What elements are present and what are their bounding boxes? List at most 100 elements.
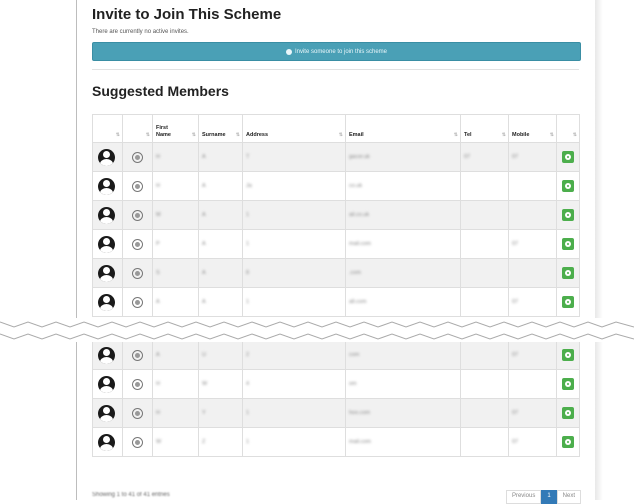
add-member-button[interactable] bbox=[562, 180, 574, 192]
view-profile-icon[interactable] bbox=[132, 349, 143, 361]
view-profile-icon[interactable] bbox=[132, 180, 143, 192]
email-cell: mail.com bbox=[345, 229, 461, 259]
table-row: H A Tgacor.uk 07 07 bbox=[92, 142, 580, 172]
surname-cell: A bbox=[198, 200, 243, 230]
action-cell bbox=[556, 340, 580, 370]
table-row: H W 4 om bbox=[92, 369, 580, 399]
tel-cell bbox=[460, 287, 509, 317]
action-cell bbox=[556, 200, 580, 230]
avatar-icon bbox=[98, 206, 115, 224]
surname-cell: W bbox=[198, 369, 243, 399]
view-profile-icon[interactable] bbox=[132, 378, 143, 390]
col-first-name[interactable]: First Name ⇅ bbox=[152, 114, 199, 143]
view-cell[interactable] bbox=[122, 258, 153, 288]
action-cell bbox=[556, 142, 580, 172]
col-action[interactable]: ⇅ bbox=[556, 114, 580, 143]
address-cell: T bbox=[242, 142, 346, 172]
invite-note: There are currently no active invites. bbox=[92, 29, 189, 35]
torn-edge bbox=[0, 318, 634, 342]
tel-cell bbox=[460, 200, 509, 230]
invite-button-label: Invite someone to join this scheme bbox=[294, 48, 388, 55]
sort-icon: ⇅ bbox=[572, 132, 577, 138]
members-table-bottom: A U 2 com 07 H W 4 om H Y 1 hoo.com 07 W Z 1 mail.com 07 bbox=[92, 340, 580, 457]
view-cell[interactable] bbox=[122, 287, 153, 317]
view-profile-icon[interactable] bbox=[132, 238, 143, 250]
view-cell[interactable] bbox=[122, 200, 153, 230]
email-cell: hoo.com bbox=[345, 398, 461, 428]
avatar-icon bbox=[98, 177, 115, 195]
email-cell: ail.co.uk bbox=[345, 200, 461, 230]
action-cell bbox=[556, 369, 580, 399]
mobile-cell: 07 bbox=[508, 340, 557, 370]
avatar-icon bbox=[98, 375, 115, 393]
email-cell: om bbox=[345, 369, 461, 399]
avatar-cell bbox=[92, 427, 123, 457]
address-cell: Ja bbox=[242, 171, 346, 201]
address-cell: 4 bbox=[242, 369, 346, 399]
content-panel: Invite to Join This Scheme There are cur… bbox=[76, 0, 596, 504]
avatar-icon bbox=[98, 404, 115, 422]
sort-icon: ⇅ bbox=[191, 132, 196, 138]
add-member-button[interactable] bbox=[562, 349, 574, 361]
view-cell[interactable] bbox=[122, 171, 153, 201]
address-cell: 1 bbox=[242, 287, 346, 317]
tel-cell bbox=[460, 369, 509, 399]
entries-info: Showing 1 to 41 of 41 entries bbox=[92, 492, 170, 498]
col-avatar[interactable]: ⇅ bbox=[92, 114, 123, 143]
table-row: P A 1 mail.com 07 bbox=[92, 229, 580, 259]
first-name-cell: H bbox=[152, 171, 199, 201]
divider bbox=[92, 69, 579, 70]
avatar-icon bbox=[98, 346, 115, 364]
sort-icon: ⇅ bbox=[338, 132, 343, 138]
surname-cell: A bbox=[198, 258, 243, 288]
col-email[interactable]: Email ⇅ bbox=[345, 114, 461, 143]
add-member-button[interactable] bbox=[562, 378, 574, 390]
avatar-cell bbox=[92, 369, 123, 399]
view-cell[interactable] bbox=[122, 229, 153, 259]
add-member-button[interactable] bbox=[562, 151, 574, 163]
page-1-button[interactable]: 1 bbox=[541, 490, 557, 504]
sort-icon: ⇅ bbox=[501, 132, 506, 138]
tel-cell: 07 bbox=[460, 142, 509, 172]
left-margin bbox=[0, 0, 76, 500]
col-mobile[interactable]: Mobile ⇅ bbox=[508, 114, 557, 143]
view-cell[interactable] bbox=[122, 340, 153, 370]
view-profile-icon[interactable] bbox=[132, 296, 143, 308]
first-name-cell: A bbox=[152, 340, 199, 370]
surname-cell: A bbox=[198, 229, 243, 259]
surname-cell: A bbox=[198, 142, 243, 172]
add-member-button[interactable] bbox=[562, 209, 574, 221]
view-profile-icon[interactable] bbox=[132, 407, 143, 419]
user-plus-icon bbox=[285, 48, 292, 55]
view-cell[interactable] bbox=[122, 142, 153, 172]
col-surname[interactable]: Surname ⇅ bbox=[198, 114, 243, 143]
table-row: H A Ja co.uk bbox=[92, 171, 580, 201]
mobile-cell: 07 bbox=[508, 287, 557, 317]
table-row: M A 1 ail.co.uk bbox=[92, 200, 580, 230]
add-member-button[interactable] bbox=[562, 436, 574, 448]
add-member-button[interactable] bbox=[562, 238, 574, 250]
invite-heading: Invite to Join This Scheme bbox=[92, 6, 282, 23]
col-tel[interactable]: Tel ⇅ bbox=[460, 114, 509, 143]
add-member-button[interactable] bbox=[562, 296, 574, 308]
view-cell[interactable] bbox=[122, 369, 153, 399]
sort-icon: ⇅ bbox=[145, 132, 150, 138]
table-row: S A 8 .com bbox=[92, 258, 580, 288]
view-profile-icon[interactable] bbox=[132, 436, 143, 448]
view-profile-icon[interactable] bbox=[132, 267, 143, 279]
email-cell: com bbox=[345, 340, 461, 370]
pagination: Previous 1 Next bbox=[505, 490, 581, 504]
view-profile-icon[interactable] bbox=[132, 209, 143, 221]
previous-page-button[interactable]: Previous bbox=[505, 490, 542, 504]
next-page-button[interactable]: Next bbox=[556, 490, 581, 504]
avatar-cell bbox=[92, 229, 123, 259]
col-view[interactable]: ⇅ bbox=[122, 114, 153, 143]
view-cell[interactable] bbox=[122, 398, 153, 428]
col-address[interactable]: Address ⇅ bbox=[242, 114, 346, 143]
surname-cell: U bbox=[198, 340, 243, 370]
view-cell[interactable] bbox=[122, 427, 153, 457]
add-member-button[interactable] bbox=[562, 407, 574, 419]
view-profile-icon[interactable] bbox=[132, 151, 143, 163]
invite-button[interactable]: Invite someone to join this scheme bbox=[92, 42, 581, 61]
add-member-button[interactable] bbox=[562, 267, 574, 279]
